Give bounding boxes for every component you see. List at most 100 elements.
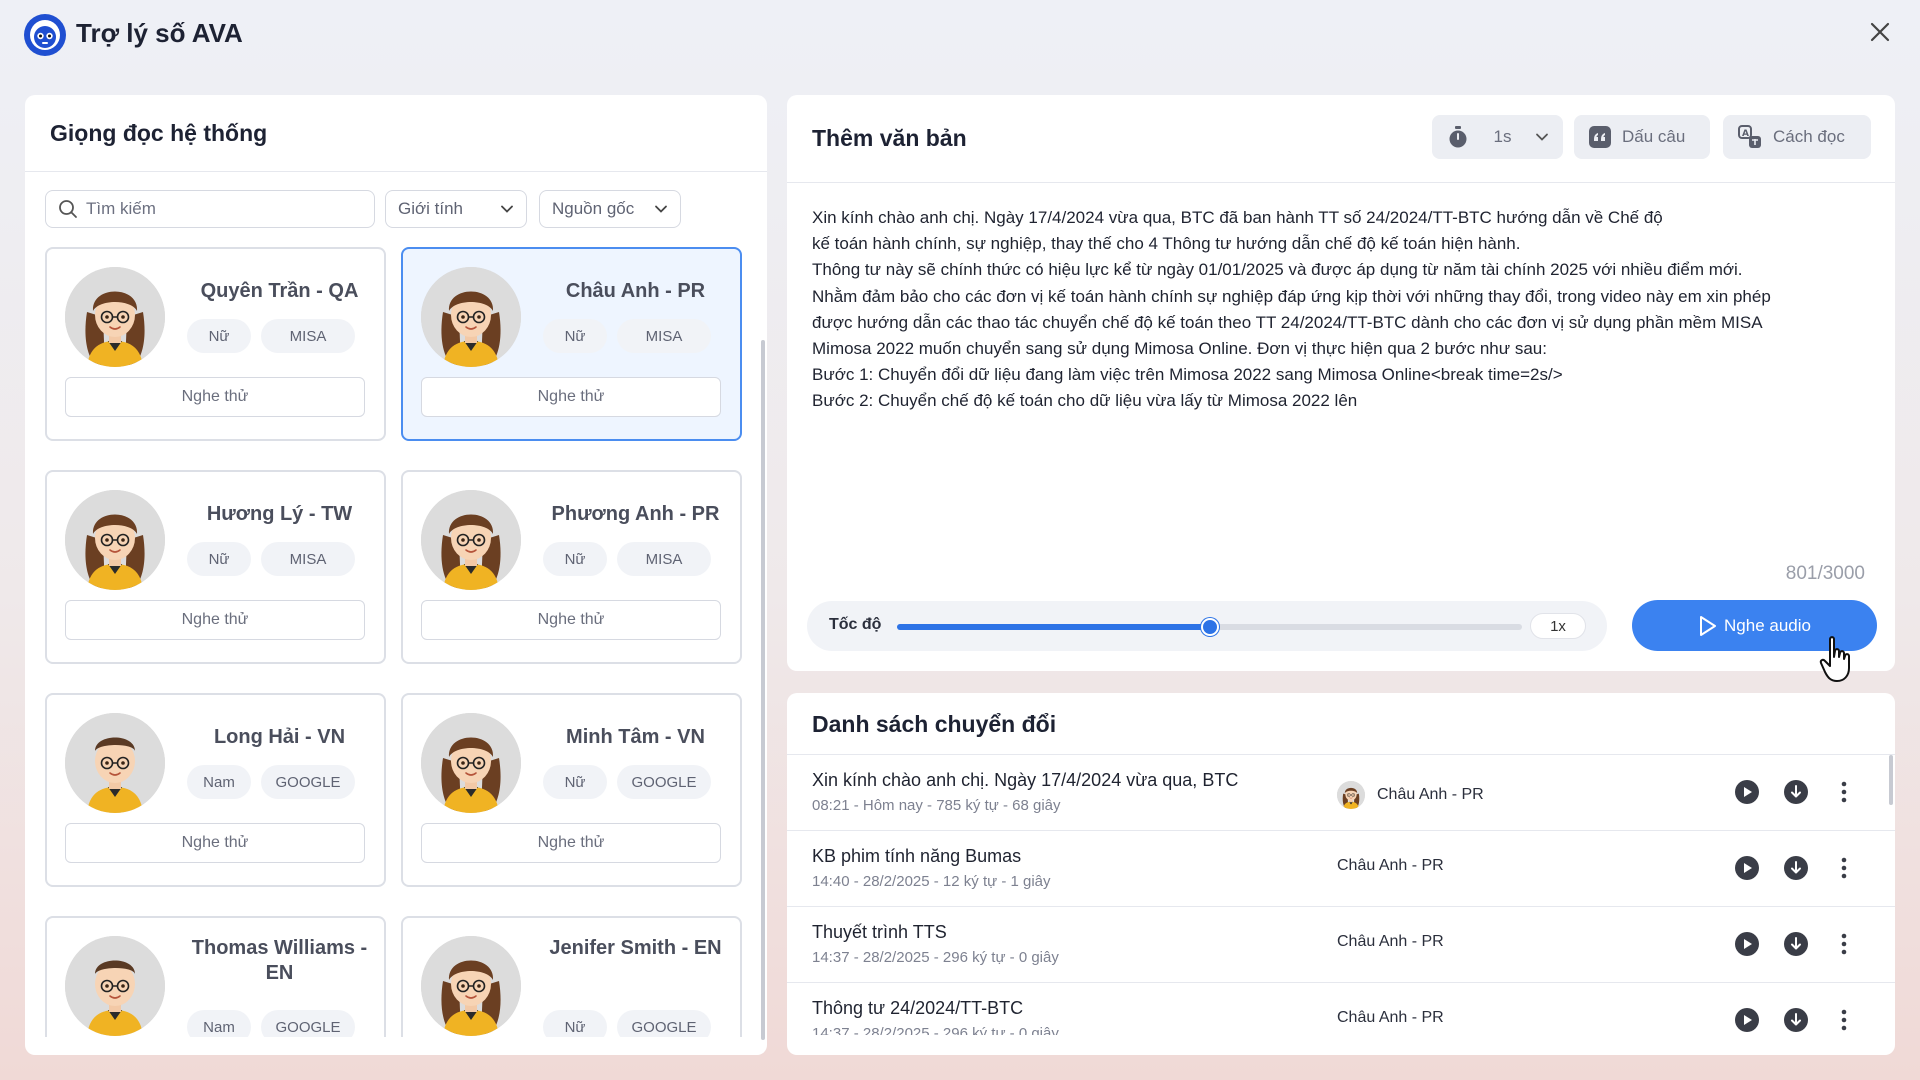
conversion-list: Xin kính chào anh chị. Ngày 17/4/2024 vừ… [787, 755, 1895, 1035]
conversion-title: KB phim tính năng Bumas [812, 846, 1022, 866]
conversion-list-scrollbar[interactable] [1889, 755, 1893, 805]
voice-mini-avatar [1337, 781, 1365, 809]
conversion-list-panel: Danh sách chuyển đổi Xin kính chào anh c… [787, 693, 1895, 1055]
voice-card[interactable]: Minh Tâm - VN Nữ GOOGLE Nghe thử [401, 693, 742, 887]
voice-card[interactable]: Jenifer Smith - ENNữGOOGLENghe thử [401, 916, 742, 1037]
chevron-down-icon [655, 205, 667, 213]
voice-card[interactable]: Phương Anh - PR Nữ MISA Nghe thử [401, 470, 742, 664]
voice-card[interactable]: Hương Lý - TW Nữ MISA Nghe thử [45, 470, 386, 664]
conversion-title: Xin kính chào anh chị. Ngày 17/4/2024 vừ… [812, 770, 1239, 790]
conversion-row[interactable]: Thông tư 24/2024/TT-BTC 14:37 - 28/2/2025… [787, 983, 1895, 1035]
conversion-meta: 14:40 - 28/2/2025 - 12 ký tự - 1 giây [812, 873, 1051, 890]
voice-source-tag: GOOGLE [617, 765, 711, 799]
download-circle-icon [1784, 932, 1808, 956]
speed-slider[interactable] [897, 618, 1522, 636]
conversion-row[interactable]: Xin kính chào anh chị. Ngày 17/4/2024 vừ… [787, 755, 1895, 831]
download-circle-icon [1784, 780, 1808, 804]
more-options-button[interactable] [1831, 1007, 1857, 1033]
conversion-voice-name: Châu Anh - PR [1337, 857, 1444, 874]
conversion-row[interactable]: Thuyết trình TTS 14:37 - 28/2/2025 - 296 … [787, 907, 1895, 983]
voice-gender-tag: Nữ [543, 1010, 607, 1037]
conversion-meta: 14:37 - 28/2/2025 - 296 ký tự - 0 giây [812, 949, 1059, 966]
try-voice-button[interactable]: Nghe thử [421, 600, 721, 640]
more-vertical-icon [1841, 857, 1847, 879]
download-button[interactable] [1783, 855, 1809, 881]
voice-card[interactable]: Châu Anh - PR Nữ MISA Nghe thử [401, 247, 742, 441]
play-icon [1700, 615, 1717, 636]
more-options-button[interactable] [1831, 931, 1857, 957]
voice-avatar [65, 936, 165, 1036]
more-vertical-icon [1841, 781, 1847, 803]
close-button[interactable] [1862, 14, 1898, 50]
pause-duration-value: 1s [1493, 127, 1512, 146]
gender-filter-dropdown[interactable]: Giới tính [385, 190, 527, 228]
try-voice-button[interactable]: Nghe thử [65, 823, 365, 863]
conversion-list-title: Danh sách chuyển đổi [812, 711, 1057, 737]
speed-slider-fill [897, 624, 1210, 630]
speed-value: 1x [1530, 613, 1586, 639]
voice-source-tag: GOOGLE [261, 1010, 355, 1037]
voice-card[interactable]: Quyên Trần - QA Nữ MISA Nghe thử [45, 247, 386, 441]
text-line: Xin kính chào anh chị. Ngày 17/4/2024 vừ… [812, 208, 1663, 227]
chevron-down-icon [501, 205, 513, 213]
download-button[interactable] [1783, 779, 1809, 805]
play-button[interactable] [1734, 931, 1760, 957]
voice-gender-tag: Nữ [543, 765, 607, 799]
voice-name: Jenifer Smith - EN [549, 937, 722, 959]
conversion-title: Thuyết trình TTS [812, 922, 947, 942]
text-line: kế toán hành chính, sự nghiệp, thay thế … [812, 234, 1521, 254]
voice-source-tag: MISA [617, 542, 711, 576]
download-button[interactable] [1783, 931, 1809, 957]
play-button[interactable] [1734, 779, 1760, 805]
origin-filter-label: Nguồn gốc [552, 199, 635, 218]
text-line: Nhằm đảm bảo cho các đơn vị kế toán hành… [812, 286, 1771, 306]
chevron-down-icon [1536, 133, 1548, 141]
text-line: Bước 2: Chuyển chế độ kế toán cho dữ liệ… [812, 391, 1358, 411]
search-input[interactable] [86, 199, 356, 219]
voice-avatar [65, 713, 165, 813]
download-button[interactable] [1783, 1007, 1809, 1033]
editor-panel: Thêm văn bản 1s Dấu câu A Cách đọc Xin k… [787, 95, 1895, 671]
gender-filter-label: Giới tính [398, 199, 464, 218]
app-logo-icon [24, 14, 66, 56]
text-editor[interactable]: Xin kính chào anh chị. Ngày 17/4/2024 vừ… [812, 205, 1872, 415]
search-icon [59, 200, 77, 218]
voice-name: Long Hải - VN [213, 726, 346, 748]
play-button[interactable] [1734, 1007, 1760, 1033]
pause-duration-dropdown[interactable]: 1s [1432, 115, 1563, 159]
more-vertical-icon [1841, 1009, 1847, 1031]
try-voice-button[interactable]: Nghe thử [421, 823, 721, 863]
conversion-voice: Châu Anh - PR [1337, 857, 1444, 875]
translate-icon: A [1738, 125, 1761, 148]
more-options-button[interactable] [1831, 779, 1857, 805]
text-line: được hướng dẫn các thao tác chuyển chế đ… [812, 312, 1763, 332]
origin-filter-dropdown[interactable]: Nguồn gốc [539, 190, 681, 228]
voice-avatar [65, 490, 165, 590]
voice-avatar [421, 936, 521, 1036]
quote-icon [1589, 126, 1611, 148]
try-voice-button[interactable]: Nghe thử [421, 377, 721, 417]
reading-method-label: Cách đọc [1773, 127, 1845, 146]
try-voice-button[interactable]: Nghe thử [65, 600, 365, 640]
voice-name: Hương Lý - TW [206, 503, 353, 525]
play-button[interactable] [1734, 855, 1760, 881]
conversion-row[interactable]: KB phim tính năng Bumas 14:40 - 28/2/2025… [787, 831, 1895, 907]
text-line: Bước 1: Chuyển đổi dữ liệu đang làm việc… [812, 365, 1563, 385]
stopwatch-icon [1449, 126, 1467, 148]
reading-method-button[interactable]: A Cách đọc [1723, 115, 1871, 159]
punctuation-button[interactable]: Dấu câu [1574, 115, 1710, 159]
try-voice-button[interactable]: Nghe thử [65, 377, 365, 417]
voices-scrollbar[interactable] [761, 340, 765, 1040]
search-box[interactable] [45, 190, 375, 228]
voice-card[interactable]: Thomas Williams - ENNamGOOGLENghe thử [45, 916, 386, 1037]
speed-slider-handle[interactable] [1200, 618, 1219, 636]
voice-gender-tag: Nữ [187, 542, 251, 576]
voice-source-tag: MISA [261, 319, 355, 353]
voice-name: Quyên Trần - QA [200, 280, 359, 302]
voice-name: Thomas Williams - EN [191, 937, 368, 984]
conversion-meta: 08:21 - Hôm nay - 785 ký tự - 68 giây [812, 797, 1061, 814]
hand-cursor-icon [1819, 636, 1850, 682]
play-circle-icon [1735, 780, 1759, 804]
voice-card[interactable]: Long Hải - VN Nam GOOGLE Nghe thử [45, 693, 386, 887]
more-options-button[interactable] [1831, 855, 1857, 881]
